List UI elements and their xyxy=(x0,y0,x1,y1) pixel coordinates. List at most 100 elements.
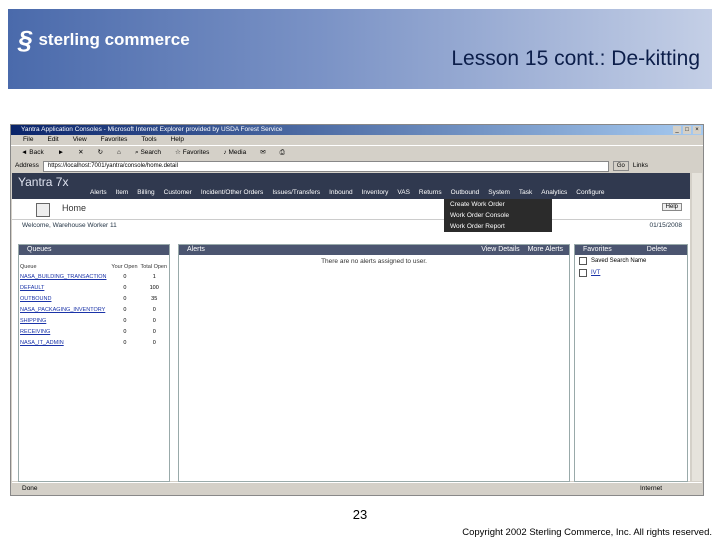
vertical-scrollbar[interactable] xyxy=(692,173,702,481)
search-button[interactable]: ⌕ Search xyxy=(135,146,161,160)
nav-inventory[interactable]: Inventory xyxy=(362,189,389,196)
menu-favorites[interactable]: Favorites xyxy=(101,135,128,145)
nav-task[interactable]: Task xyxy=(519,189,532,196)
nav-customer[interactable]: Customer xyxy=(164,189,192,196)
current-date: 01/15/2008 xyxy=(649,222,682,229)
close-button[interactable]: × xyxy=(693,126,701,134)
delete-button[interactable]: Delete xyxy=(647,245,667,255)
total-open-count: 0 xyxy=(152,317,156,324)
back-label: Back xyxy=(29,149,44,156)
app-nav: Yantra 7x Alerts Item Billing Customer I… xyxy=(12,173,690,199)
table-row: RECEIVING 0 0 xyxy=(19,326,169,337)
menu-view[interactable]: View xyxy=(73,135,87,145)
back-button[interactable]: ◄ Back xyxy=(21,146,44,160)
queues-panel: Queues Queue Your Open Total Open NASA_B… xyxy=(18,244,170,482)
menu-help[interactable]: Help xyxy=(171,135,184,145)
home-title: Home xyxy=(62,203,87,213)
dropdown-create-work-order[interactable]: Create Work Order xyxy=(444,199,552,210)
menu-tools[interactable]: Tools xyxy=(141,135,156,145)
slide-title: Lesson 15 cont.: De-kitting xyxy=(451,47,700,70)
maximize-button[interactable]: □ xyxy=(683,126,691,134)
your-open-count: 0 xyxy=(123,284,127,291)
copyright: Copyright 2002 Sterling Commerce, Inc. A… xyxy=(462,527,712,538)
total-open-count: 0 xyxy=(152,339,156,346)
dropdown-work-order-report[interactable]: Work Order Report xyxy=(444,221,552,232)
help-button[interactable]: Help xyxy=(661,203,682,211)
print-icon[interactable]: ⎙ xyxy=(280,146,285,160)
total-open-count: 100 xyxy=(149,284,159,291)
list-item: IVT xyxy=(575,267,687,279)
more-alerts-button[interactable]: More Alerts xyxy=(528,245,563,255)
total-open-count: 0 xyxy=(152,328,156,335)
col-total-open: Total Open xyxy=(140,264,168,270)
favorites-panel: Favorites Delete Saved Search Name IVT xyxy=(574,244,688,482)
queue-link[interactable]: NASA_PACKAGING_INVENTORY xyxy=(19,304,110,315)
queues-table: Queue Your Open Total Open NASA_BUILDING… xyxy=(19,255,169,348)
nav-configure[interactable]: Configure xyxy=(576,189,604,196)
stop-icon[interactable]: ✕ xyxy=(78,146,83,160)
nav-outbound[interactable]: Outbound xyxy=(451,189,480,196)
view-details-button[interactable]: View Details xyxy=(481,245,519,255)
window-titlebar: Yantra Application Consoles - Microsoft … xyxy=(11,125,703,135)
queue-link[interactable]: DEFAULT xyxy=(19,282,110,293)
favorite-checkbox[interactable] xyxy=(579,269,587,277)
total-open-count: 1 xyxy=(152,273,156,280)
table-row: DEFAULT 0 100 xyxy=(19,282,169,293)
address-input[interactable]: https://localhost:7001/yantra/console/ho… xyxy=(42,160,609,172)
links-label[interactable]: Links xyxy=(633,160,648,172)
queue-link[interactable]: SHIPPING xyxy=(19,315,110,326)
app-brand: Yantra 7x xyxy=(18,175,69,189)
your-open-count: 0 xyxy=(123,295,127,302)
mail-icon[interactable]: ✉ xyxy=(260,146,265,160)
menu-bar: File Edit View Favorites Tools Help xyxy=(11,135,703,145)
favorites-button[interactable]: ☆ Favorites xyxy=(175,146,209,160)
nav-issues-transfers[interactable]: Issues/Transfers xyxy=(272,189,320,196)
saved-search-header: Saved Search Name xyxy=(591,258,647,264)
your-open-count: 0 xyxy=(123,317,127,324)
forward-icon[interactable]: ► xyxy=(58,146,64,160)
queue-link[interactable]: NASA_IT_ADMIN xyxy=(19,337,110,348)
search-label: Search xyxy=(140,149,162,156)
select-all-checkbox[interactable] xyxy=(579,257,587,265)
nav-vas[interactable]: VAS xyxy=(397,189,410,196)
minimize-button[interactable]: _ xyxy=(673,126,681,134)
queue-link[interactable]: NASA_BUILDING_TRANSACTION xyxy=(19,271,110,282)
company-logo: § sterling commerce xyxy=(18,27,190,53)
queue-link[interactable]: OUTBOUND xyxy=(19,293,110,304)
your-open-count: 0 xyxy=(123,339,127,346)
nav-alerts[interactable]: Alerts xyxy=(90,189,107,196)
refresh-icon[interactable]: ↻ xyxy=(98,146,103,160)
dropdown-work-order-console[interactable]: Work Order Console xyxy=(444,210,552,221)
yantra-app: Yantra 7x Alerts Item Billing Customer I… xyxy=(12,173,690,482)
your-open-count: 0 xyxy=(123,306,127,313)
your-open-count: 0 xyxy=(123,273,127,280)
window-title: Yantra Application Consoles - Microsoft … xyxy=(21,126,283,133)
go-button[interactable]: Go xyxy=(612,161,629,171)
nav-system[interactable]: System xyxy=(488,189,510,196)
status-text: Done xyxy=(22,485,38,492)
nav-item[interactable]: Item xyxy=(116,189,129,196)
alerts-header: Alerts View Details More Alerts xyxy=(179,245,569,255)
table-row: NASA_PACKAGING_INVENTORY 0 0 xyxy=(19,304,169,315)
vas-dropdown-menu: Create Work Order Work Order Console Wor… xyxy=(444,199,552,232)
address-label: Address xyxy=(15,162,39,169)
nav-billing[interactable]: Billing xyxy=(137,189,154,196)
queues-table-header: Queue Your Open Total Open xyxy=(19,255,169,271)
nav-incident-orders[interactable]: Incident/Other Orders xyxy=(201,189,264,196)
alerts-empty-message: There are no alerts assigned to user. xyxy=(321,258,427,265)
home-icon[interactable]: ⌂ xyxy=(117,146,121,160)
menu-edit[interactable]: Edit xyxy=(47,135,58,145)
media-button[interactable]: ♪ Media xyxy=(223,146,246,160)
menu-file[interactable]: File xyxy=(23,135,33,145)
favorite-link[interactable]: IVT xyxy=(591,270,600,276)
slide-header: § sterling commerce Lesson 15 cont.: De-… xyxy=(8,9,712,89)
favorites-title: Favorites xyxy=(583,246,612,253)
nav-returns[interactable]: Returns xyxy=(419,189,442,196)
nav-items: Alerts Item Billing Customer Incident/Ot… xyxy=(90,189,604,196)
nav-analytics[interactable]: Analytics xyxy=(541,189,567,196)
favorites-label: Favorites xyxy=(182,149,210,156)
queue-link[interactable]: RECEIVING xyxy=(19,326,110,337)
alerts-actions: View Details More Alerts xyxy=(481,245,563,255)
nav-inbound[interactable]: Inbound xyxy=(329,189,353,196)
table-row: NASA_IT_ADMIN 0 0 xyxy=(19,337,169,348)
